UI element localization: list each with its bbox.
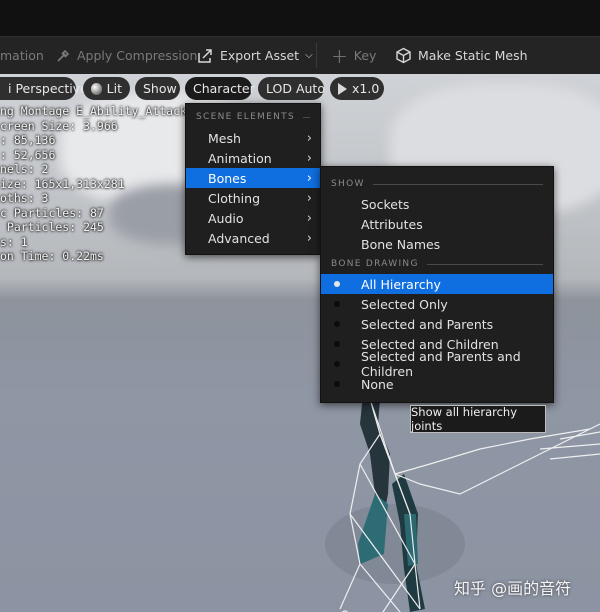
menu-item-label: Sockets: [361, 196, 410, 212]
menu-item-label: Bone Names: [361, 236, 441, 252]
menu-item-mesh[interactable]: Mesh ›: [186, 128, 320, 148]
chevron-right-icon: ›: [306, 191, 312, 206]
lit-sphere-icon: [91, 82, 102, 95]
menu-item-label: Selected and Parents: [361, 316, 494, 332]
lod-label: LOD Auto: [266, 81, 325, 96]
character-label: Character: [193, 81, 255, 96]
play-icon: [338, 82, 347, 95]
radio-selected-icon: [334, 281, 340, 287]
export-asset-label: Export Asset: [220, 48, 300, 63]
apply-compression-button[interactable]: Apply Compression: [55, 37, 197, 74]
compression-icon: [57, 49, 70, 62]
animation-tool-label: mation: [0, 48, 44, 63]
menu-item-label: Attributes: [361, 216, 423, 232]
apply-compression-label: Apply Compression: [77, 48, 198, 63]
show-header: SHOW: [331, 179, 543, 189]
menu-item-label: Selected Only: [361, 296, 448, 312]
chevron-right-icon: ›: [306, 151, 312, 166]
menu-item-selected-parents-children[interactable]: Selected and Parents and Children: [321, 349, 553, 379]
show-button[interactable]: Show: [135, 77, 180, 100]
menu-item-clothing[interactable]: Clothing ›: [186, 188, 320, 208]
menu-item-label: Mesh: [208, 130, 241, 146]
key-label: Key: [353, 48, 377, 63]
bone-drawing-header: BONE DRAWING: [331, 259, 543, 269]
playback-speed-button[interactable]: x1.0: [330, 77, 384, 100]
asset-toolbar: mation Apply Compression Export Asset ⌵ …: [0, 36, 600, 75]
animation-tool-button[interactable]: mation: [0, 37, 44, 74]
export-asset-button[interactable]: Export Asset ⌵: [197, 37, 313, 74]
menu-item-label: None: [361, 376, 394, 392]
chevron-right-icon: ›: [306, 231, 312, 246]
plus-icon: +: [331, 43, 348, 68]
radio-unselected-icon: [334, 301, 340, 307]
static-mesh-icon: [396, 47, 411, 64]
scene-elements-header-text: SCENE ELEMENTS: [196, 112, 295, 122]
menu-item-label: Clothing: [208, 190, 261, 206]
menu-item-bones[interactable]: Bones ›: [186, 168, 320, 188]
menu-item-label: Audio: [208, 210, 244, 226]
speed-label: x1.0: [352, 81, 380, 96]
menu-item-label: Advanced: [208, 230, 270, 246]
menu-item-attributes[interactable]: Attributes: [321, 214, 553, 234]
menu-item-animation[interactable]: Animation ›: [186, 148, 320, 168]
menu-item-none[interactable]: None: [321, 374, 553, 394]
character-button[interactable]: Character: [185, 77, 255, 100]
menu-item-audio[interactable]: Audio ›: [186, 208, 320, 228]
toolbar-divider: [316, 43, 317, 68]
radio-unselected-icon: [334, 361, 340, 367]
chevron-right-icon: ›: [306, 211, 312, 226]
scene-elements-header: SCENE ELEMENTS: [196, 112, 310, 122]
menu-item-label: Animation: [208, 150, 272, 166]
menu-item-selected-only[interactable]: Selected Only: [321, 294, 553, 314]
bone-drawing-header-text: BONE DRAWING: [331, 259, 419, 269]
watermark: 知乎 @画的音符: [454, 579, 572, 598]
menu-item-sockets[interactable]: Sockets: [321, 194, 553, 214]
chevron-right-icon: ›: [306, 131, 312, 146]
make-static-mesh-label: Make Static Mesh: [418, 48, 528, 63]
radio-unselected-icon: [334, 341, 340, 347]
chevron-down-icon: ⌵: [305, 50, 313, 61]
menu-item-selected-and-parents[interactable]: Selected and Parents: [321, 314, 553, 334]
show-header-text: SHOW: [331, 179, 365, 189]
bones-submenu: SHOW Sockets Attributes Bone Names BONE …: [320, 166, 554, 403]
export-icon: [198, 48, 212, 63]
add-key-button[interactable]: + Key: [331, 37, 376, 74]
menu-item-all-hierarchy[interactable]: All Hierarchy: [321, 274, 553, 294]
lit-label: Lit: [106, 81, 122, 96]
perspective-label: i Perspective: [8, 81, 88, 96]
radio-unselected-icon: [334, 321, 340, 327]
make-static-mesh-button[interactable]: Make Static Mesh: [395, 37, 528, 74]
show-label: Show: [143, 81, 177, 96]
tooltip: Show all hierarchy joints: [410, 405, 546, 433]
menu-item-label: All Hierarchy: [361, 276, 441, 292]
window-title-bar: [0, 0, 600, 36]
chevron-right-icon: ›: [306, 171, 312, 186]
character-menu: SCENE ELEMENTS Mesh › Animation › Bones …: [185, 103, 321, 255]
menu-item-advanced[interactable]: Advanced ›: [186, 228, 320, 248]
radio-unselected-icon: [334, 381, 340, 387]
lod-button[interactable]: LOD Auto: [258, 77, 325, 100]
menu-item-label: Bones: [208, 170, 247, 186]
perspective-button[interactable]: i Perspective: [0, 77, 88, 100]
lit-button[interactable]: Lit: [83, 77, 130, 100]
menu-item-bone-names[interactable]: Bone Names: [321, 234, 553, 254]
